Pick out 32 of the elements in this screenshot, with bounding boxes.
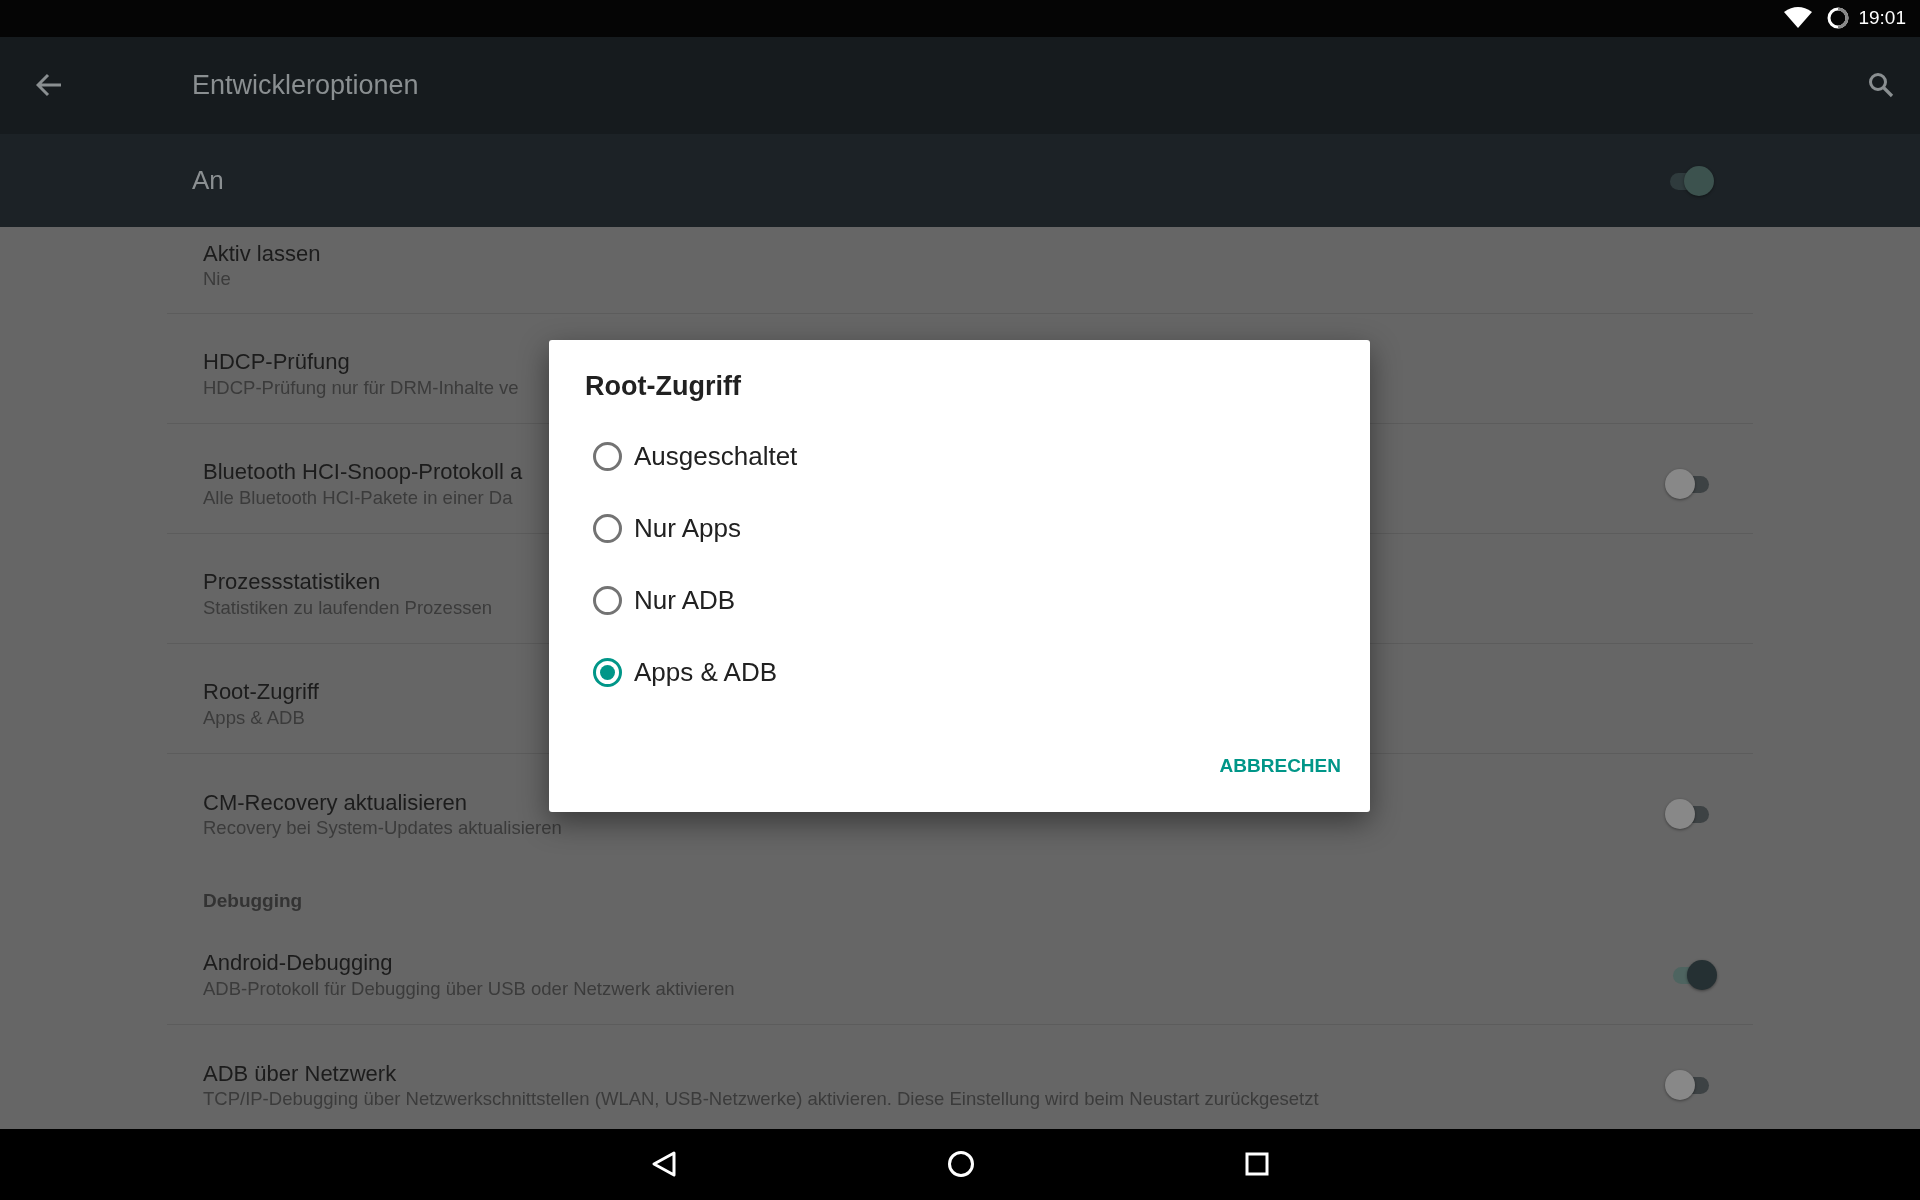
wifi-icon bbox=[1784, 7, 1813, 30]
radio-option[interactable]: Apps & ADB bbox=[585, 636, 1334, 709]
radio-option[interactable]: Ausgeschaltet bbox=[585, 420, 1334, 493]
cancel-button[interactable]: ABBRECHEN bbox=[1219, 741, 1341, 790]
master-switch-label: An bbox=[192, 164, 224, 198]
search-icon[interactable] bbox=[1868, 72, 1894, 99]
radio-button[interactable] bbox=[593, 658, 622, 687]
recents-square-icon[interactable] bbox=[1245, 1152, 1269, 1177]
option-label: Apps & ADB bbox=[634, 656, 778, 689]
setting-title: HDCP-Prüfung bbox=[203, 348, 350, 376]
app-bar-title: Entwickleroptionen bbox=[192, 69, 419, 103]
radio-option[interactable]: Nur Apps bbox=[585, 492, 1334, 565]
back-arrow-icon[interactable] bbox=[36, 73, 62, 98]
setting-title: ADB über Netzwerk bbox=[203, 1059, 397, 1087]
back-triangle-icon[interactable] bbox=[651, 1150, 677, 1179]
radio-option[interactable]: Nur ADB bbox=[585, 564, 1334, 637]
option-label: Ausgeschaltet bbox=[634, 440, 798, 473]
option-label: Nur Apps bbox=[634, 512, 741, 545]
battery-charging-icon bbox=[1826, 6, 1851, 31]
radio-button[interactable] bbox=[593, 442, 622, 471]
setting-title: CM-Recovery aktualisieren bbox=[203, 788, 468, 816]
setting-title: Root-Zugriff bbox=[203, 678, 319, 706]
home-circle-icon[interactable] bbox=[947, 1150, 975, 1179]
dialog-title: Root-Zugriff bbox=[585, 370, 742, 403]
setting-title: Aktiv lassen bbox=[203, 239, 321, 268]
status-time: 19:01 bbox=[1858, 6, 1906, 31]
setting-title: Prozessstatistiken bbox=[203, 568, 381, 596]
radio-button[interactable] bbox=[593, 514, 622, 543]
setting-title: Bluetooth HCI-Snoop-Protokoll a bbox=[203, 458, 523, 486]
setting-title: Android-Debugging bbox=[203, 949, 393, 977]
option-label: Nur ADB bbox=[634, 584, 736, 617]
radio-button[interactable] bbox=[593, 586, 622, 615]
